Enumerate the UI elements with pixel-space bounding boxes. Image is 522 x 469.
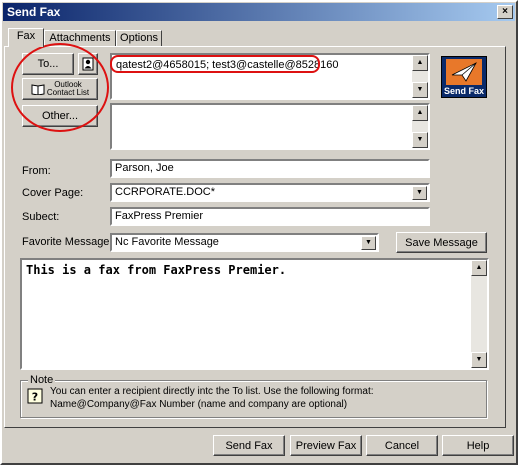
address-book-button[interactable] [78, 53, 98, 75]
svg-text:?: ? [32, 391, 38, 404]
subject-label: Subect: [22, 211, 60, 223]
send-fax-icon-button[interactable]: Send Fax [441, 56, 487, 98]
favorite-message-select[interactable]: Nc Favorite Message ▼ [110, 233, 379, 252]
tab-fax[interactable]: Fax [8, 28, 44, 47]
title-bar[interactable]: Send Fax × [3, 3, 515, 21]
note-line2: Name@Company@Fax Number (name and compan… [50, 399, 348, 410]
chevron-down-icon[interactable]: ▼ [412, 186, 427, 200]
tab-options[interactable]: Options [116, 30, 162, 46]
scroll-up-icon[interactable]: ▲ [412, 105, 428, 121]
to-button[interactable]: To... [22, 53, 74, 75]
from-field[interactable]: Parson, Joe [110, 159, 430, 178]
note-title: Note [28, 374, 56, 386]
other-list-scrollbar[interactable]: ▲ ▼ [412, 105, 428, 148]
cover-page-select[interactable]: CCRPORATE.DOC* ▼ [110, 183, 430, 202]
message-body-text: This is a fax from FaxPress Premier. [26, 263, 287, 277]
scroll-up-icon[interactable]: ▲ [412, 55, 428, 71]
preview-fax-button[interactable]: Preview Fax [290, 435, 362, 456]
chevron-down-icon[interactable]: ▼ [361, 236, 376, 250]
message-body-textarea[interactable]: This is a fax from FaxPress Premier. [20, 258, 489, 370]
paper-plane-icon [446, 59, 482, 85]
save-message-button[interactable]: Save Message [396, 232, 487, 253]
message-scrollbar[interactable]: ▲ ▼ [471, 260, 487, 368]
to-list-scrollbar[interactable]: ▲ ▼ [412, 55, 428, 98]
close-window-button[interactable]: × [497, 5, 513, 19]
from-label: From: [22, 165, 51, 177]
open-book-icon [31, 84, 45, 95]
outlook-contact-list-button[interactable]: Outlook Contact List [22, 78, 98, 100]
outlook-label-line2: Contact List [46, 88, 90, 97]
window-title: Send Fax [7, 5, 61, 19]
send-fax-button[interactable]: Send Fax [213, 435, 285, 456]
scroll-down-icon[interactable]: ▼ [412, 82, 428, 98]
to-recipient-list[interactable]: qatest2@4658015; test3@castelle@8528160 [110, 53, 430, 100]
to-list-value: qatest2@4658015; test3@castelle@8528160 [116, 59, 339, 71]
other-button[interactable]: Other... [22, 105, 98, 127]
scroll-down-icon[interactable]: ▼ [412, 132, 428, 148]
close-icon: × [502, 6, 508, 17]
subject-field[interactable]: FaxPress Premier [110, 207, 430, 226]
other-recipient-list[interactable] [110, 103, 430, 150]
favorite-message-label: Favorite Message [22, 236, 110, 248]
send-fax-icon-label: Send Fax [443, 86, 484, 96]
person-card-icon [82, 57, 94, 71]
cancel-button[interactable]: Cancel [366, 435, 438, 456]
scroll-down-icon[interactable]: ▼ [471, 352, 487, 368]
note-line1: You can enter a recipient directly intc … [50, 386, 374, 397]
help-button[interactable]: Help [442, 435, 514, 456]
scroll-up-icon[interactable]: ▲ [471, 260, 487, 276]
tab-attachments[interactable]: Attachments [44, 30, 116, 46]
cover-page-label: Cover Page: [22, 187, 84, 199]
help-note-icon: ? [27, 388, 43, 404]
